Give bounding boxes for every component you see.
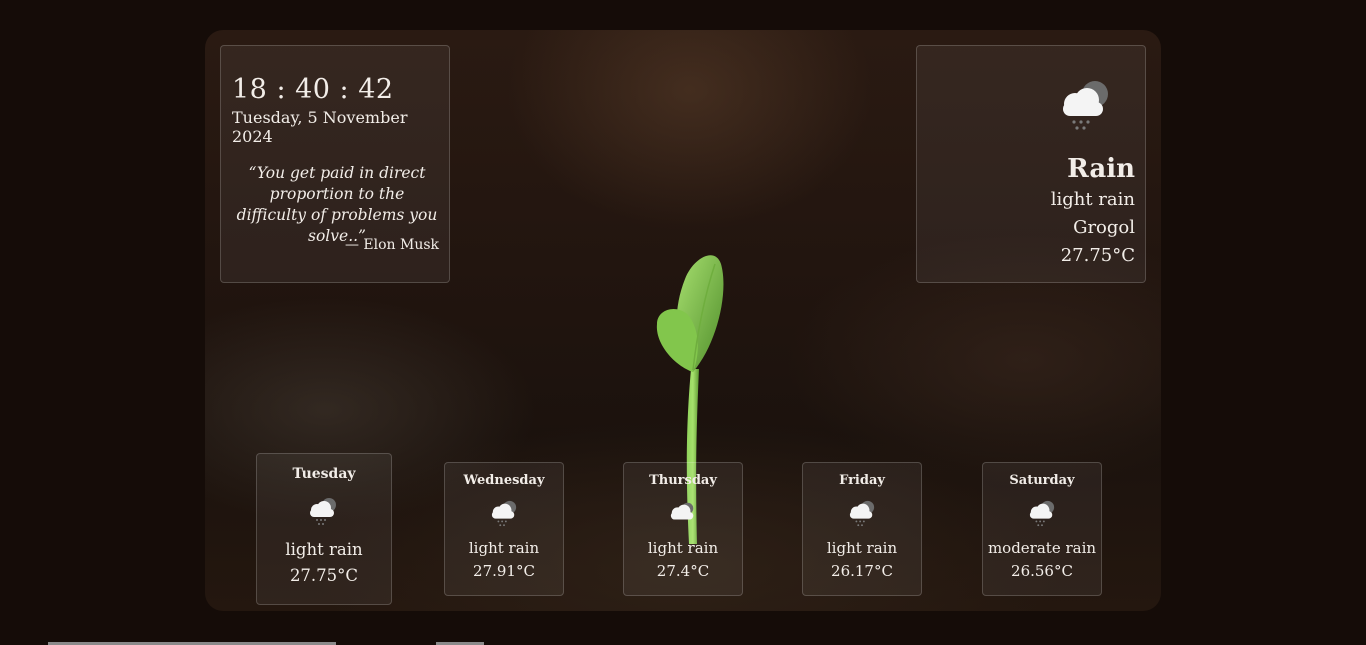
weather-temperature: 27.75°C — [1060, 245, 1135, 266]
rain-cloud-icon — [1063, 81, 1108, 130]
rain-cloud-icon — [1029, 500, 1055, 527]
forecast-card-friday: Friday light rain 26.17°C — [802, 462, 922, 596]
forecast-temperature: 26.17°C — [831, 562, 893, 580]
forecast-description: light rain — [285, 540, 363, 559]
rain-cloud-icon — [491, 500, 517, 527]
forecast-temperature: 27.75°C — [289, 566, 359, 585]
rain-cloud-icon — [310, 498, 336, 525]
quote-text: “You get paid in direct proportion to th… — [236, 164, 438, 245]
weather-city: Grogol — [1073, 217, 1135, 238]
forecast-card-wednesday: Wednesday light rain 27.91°C — [444, 462, 564, 596]
forecast-card-thursday: Thursday light rain 27.4°C — [623, 462, 743, 596]
current-weather-card: Rain light rain Grogol 27.75°C — [916, 45, 1146, 283]
forecast-card-tuesday: Tuesday light rain 27.75°C — [256, 453, 392, 605]
rain-cloud-icon — [849, 500, 875, 527]
dashboard-background: 18 : 40 : 42 Tuesday, 5 November 2024 “Y… — [205, 30, 1161, 611]
forecast-temperature: 27.4°C — [656, 562, 710, 580]
forecast-description: light rain — [647, 539, 719, 557]
clock-time: 18 : 40 : 42 — [232, 74, 394, 105]
forecast-temperature: 27.91°C — [473, 562, 535, 580]
forecast-temperature: 26.56°C — [1011, 562, 1073, 580]
clock-date: Tuesday, 5 November 2024 — [232, 108, 408, 146]
forecast-day: Wednesday — [463, 473, 545, 488]
forecast-day: Thursday — [649, 473, 717, 488]
forecast-day: Saturday — [1009, 473, 1075, 488]
forecast-description: light rain — [826, 539, 898, 557]
weather-main: Rain — [1067, 154, 1135, 184]
forecast-day: Friday — [839, 473, 885, 488]
quote-author: — Elon Musk — [344, 237, 439, 253]
weather-description: light rain — [1050, 189, 1135, 210]
cloud-icon — [670, 502, 694, 520]
forecast-description: moderate rain — [987, 539, 1097, 557]
forecast-day: Tuesday — [292, 466, 356, 482]
forecast-description: light rain — [468, 539, 540, 557]
forecast-card-saturday: Saturday moderate rain 26.56°C — [982, 462, 1102, 596]
clock-quote-card: 18 : 40 : 42 Tuesday, 5 November 2024 “Y… — [220, 45, 450, 283]
